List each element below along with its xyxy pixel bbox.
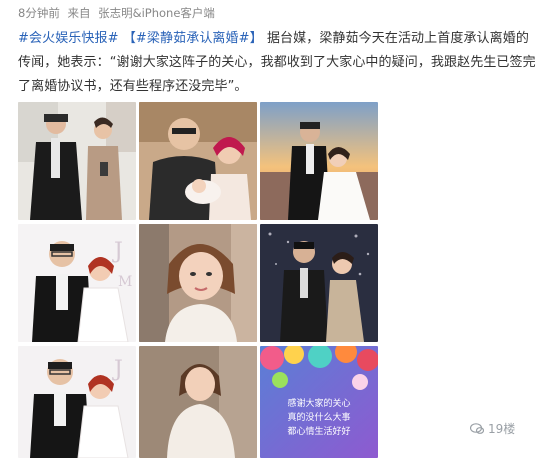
card-line-3: 都心情生活好好 xyxy=(287,425,350,437)
post-meta: 8分钟前 来自 张志明&iPhone客户端 xyxy=(18,5,219,21)
watermark: 19楼 xyxy=(470,420,515,437)
svg-text:J: J xyxy=(112,357,123,382)
topic-link-2[interactable]: 【#梁静茹承认离婚#】 xyxy=(123,31,263,46)
photo-wedding-sunset-beach[interactable] xyxy=(260,102,378,220)
photo-wedding-backdrop-1[interactable]: J M xyxy=(18,224,136,342)
card-line-1: 感谢大家的关心 xyxy=(287,397,350,409)
card-line-2: 真的没什么大事 xyxy=(287,411,350,423)
photo-wedding-backdrop-2[interactable]: J xyxy=(18,346,136,458)
post-body: #会火娱乐快报# 【#梁静茹承认离婚#】 据台媒，梁静茹今天在活动上首度承认离婚… xyxy=(18,27,538,99)
photo-selfie-woman[interactable] xyxy=(139,224,257,342)
photo-card-balloons[interactable]: 感谢大家的关心 真的没什么大事 都心情生活好好 xyxy=(260,346,378,458)
svg-text:M: M xyxy=(118,274,132,290)
photo-couple-event-white-wall[interactable] xyxy=(18,102,136,220)
svg-text:J: J xyxy=(112,239,123,264)
post-source[interactable]: 张志明&iPhone客户端 xyxy=(98,6,215,20)
topic-link-1[interactable]: #会火娱乐快报# xyxy=(18,31,119,46)
chat-bubble-icon xyxy=(470,422,484,434)
photo-man-woman-baby[interactable] xyxy=(139,102,257,220)
source-prefix: 来自 xyxy=(67,6,91,20)
watermark-text: 19楼 xyxy=(488,422,516,436)
post-time: 8分钟前 xyxy=(18,6,60,20)
photo-woman-white-dress[interactable] xyxy=(139,346,257,458)
photo-couple-formal-night[interactable] xyxy=(260,224,378,342)
